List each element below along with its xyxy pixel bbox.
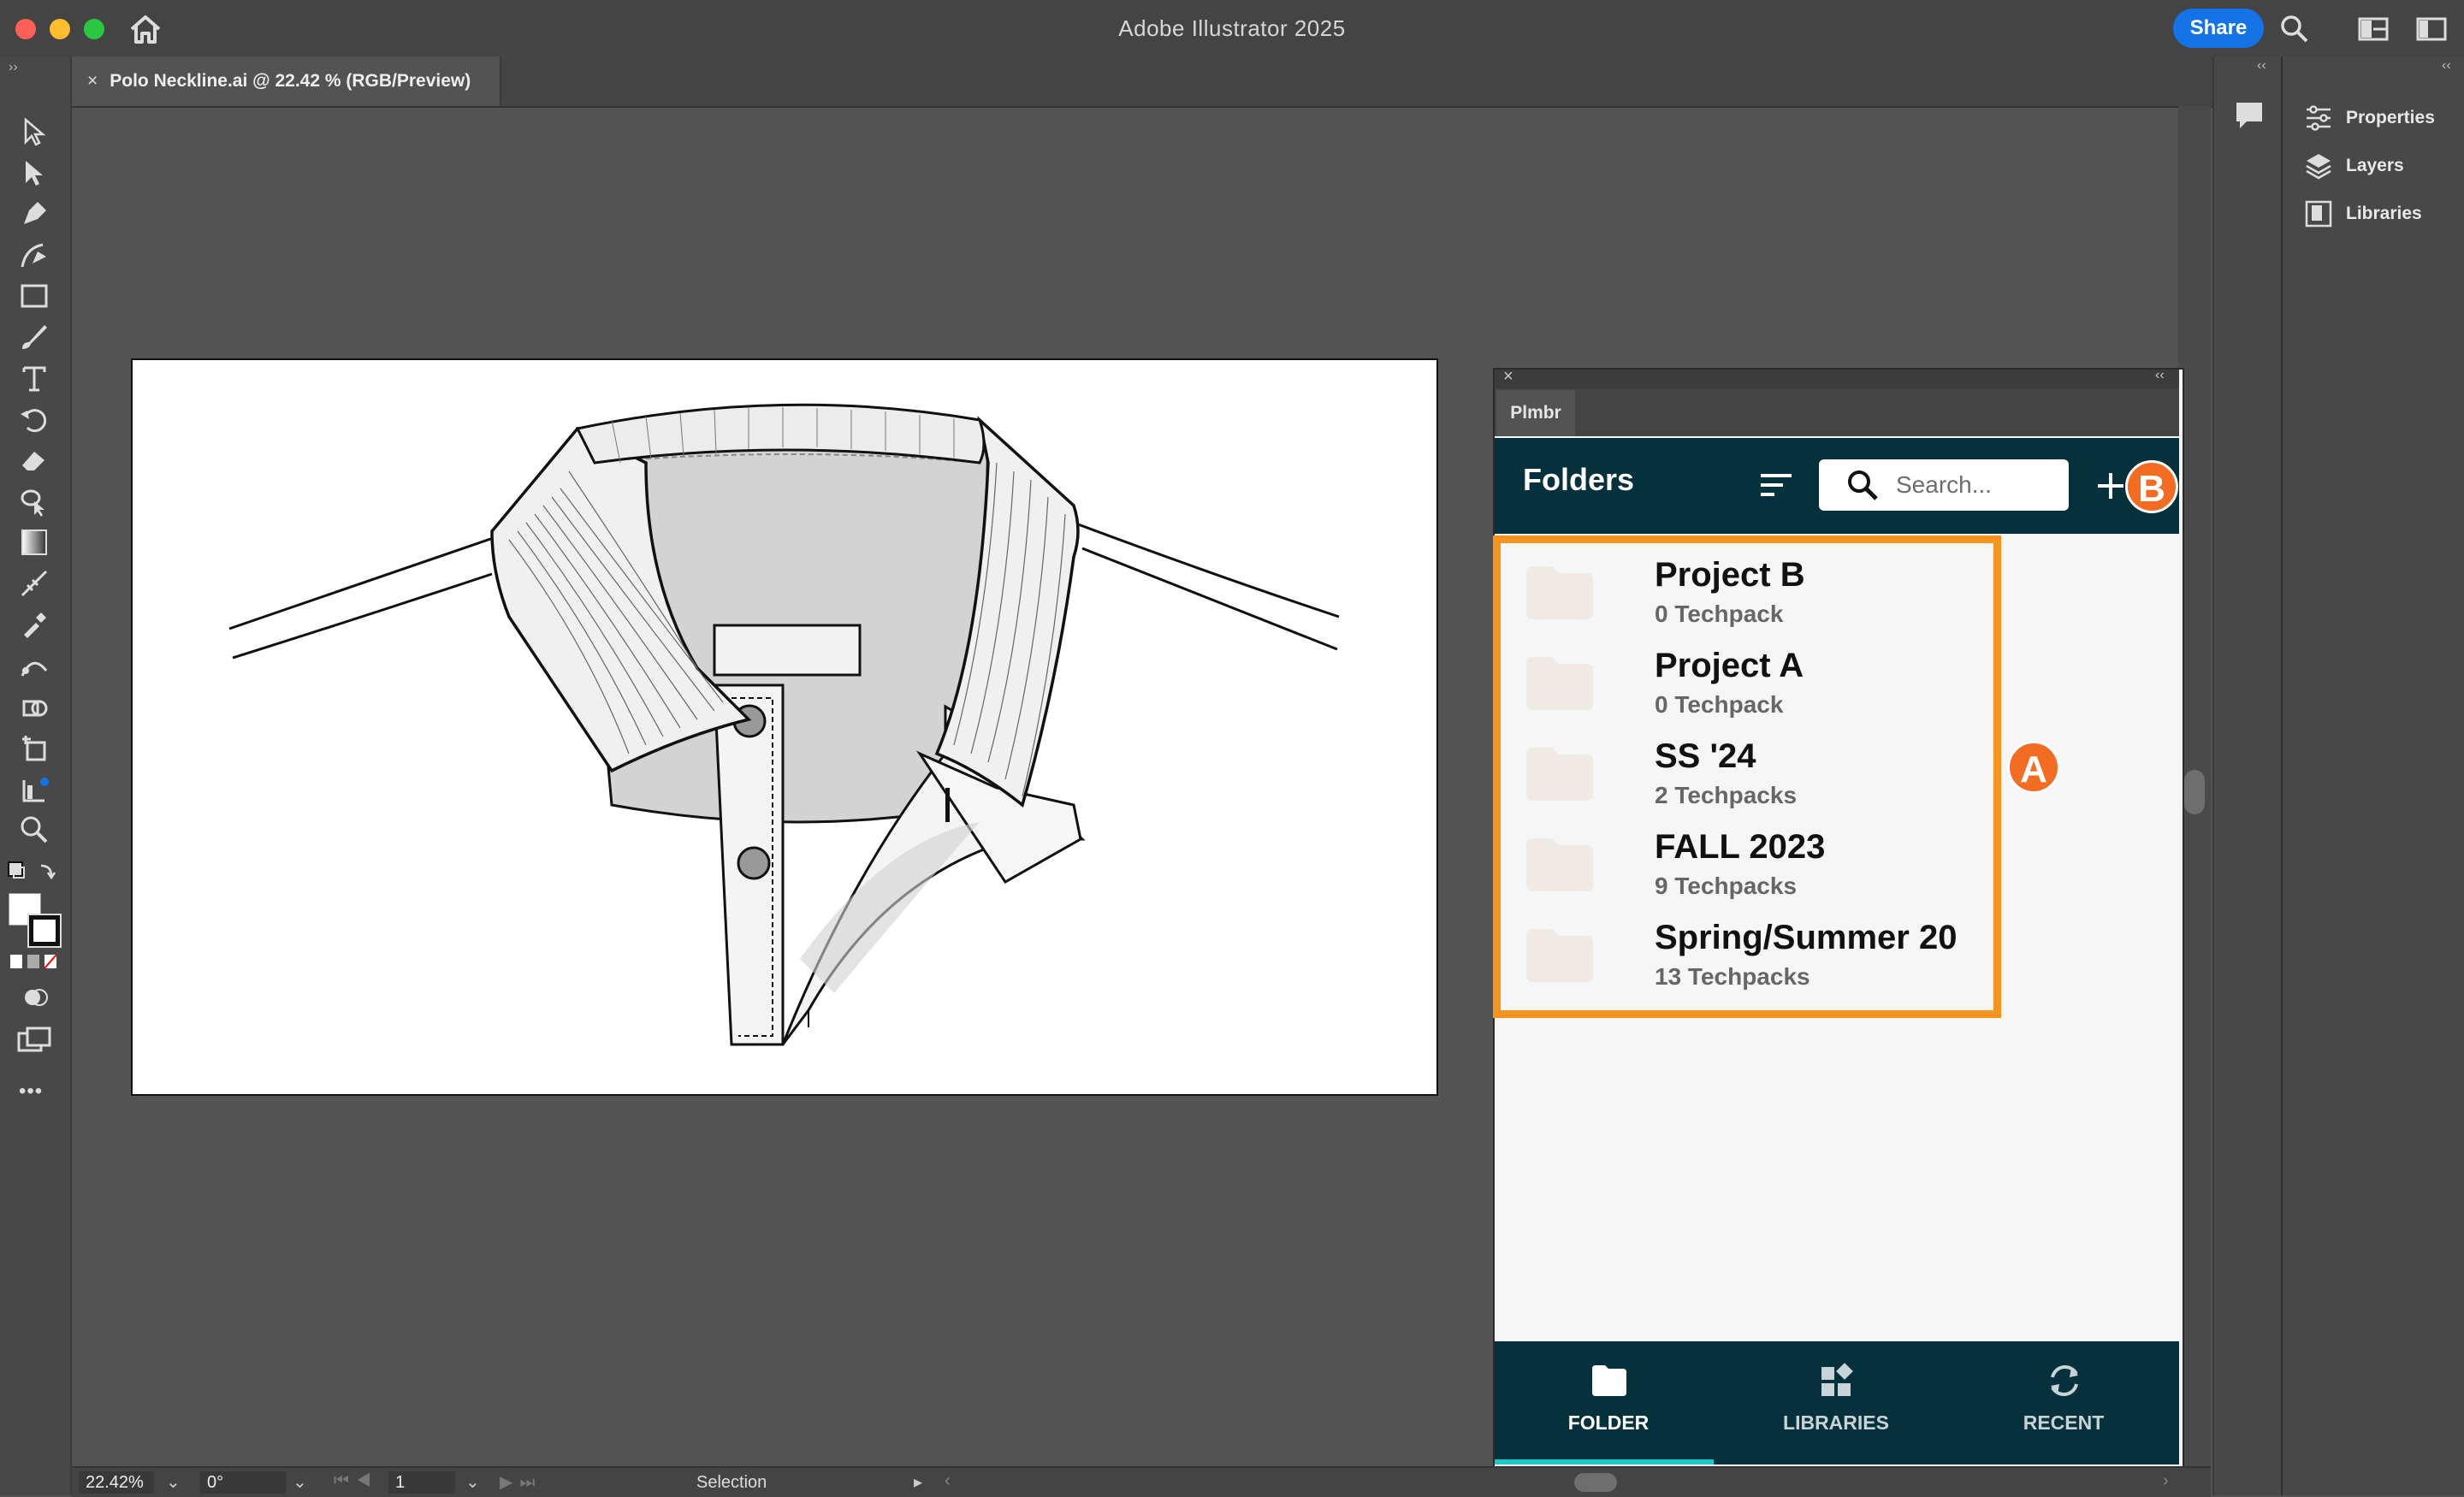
stroke-color-swatch[interactable] (27, 914, 62, 948)
color-mode-icons[interactable] (9, 953, 60, 970)
artboard-prev-icons[interactable]: ⏮◀ (334, 1471, 378, 1491)
hscroll-right-icon[interactable]: › (2163, 1471, 2169, 1491)
nav-active-indicator (1495, 1459, 1714, 1464)
eyedropper-tool-icon[interactable] (19, 609, 50, 640)
collapse-dock-icon[interactable]: ‹‹ (2257, 58, 2266, 74)
comments-icon[interactable] (2235, 101, 2264, 130)
folder-icon (1592, 1365, 1626, 1396)
nav-folder-label: FOLDER (1567, 1411, 1650, 1434)
status-menu-icon[interactable]: ▸ (914, 1471, 922, 1493)
polo-neckline-artwork (228, 403, 1340, 1046)
nav-libraries-label: LIBRARIES (1783, 1411, 1889, 1434)
type-tool-icon[interactable] (19, 363, 50, 393)
layers-label: Layers (2346, 156, 2404, 175)
selection-tool-icon[interactable] (19, 116, 50, 147)
recent-icon (2051, 1364, 2078, 1397)
tools-panel: ›› ••• (0, 56, 72, 1495)
paintbrush-tool-icon[interactable] (19, 322, 50, 352)
arrange-documents-icon[interactable] (2358, 17, 2389, 41)
rectangle-tool-icon[interactable] (19, 281, 50, 311)
plmbr-tab[interactable]: Plmbr (1496, 390, 1575, 436)
close-tab-icon[interactable]: × (87, 71, 98, 91)
nav-recent-label: RECENT (2023, 1411, 2105, 1434)
layers-panel-button[interactable]: Layers (2305, 149, 2459, 183)
document-tab[interactable]: × Polo Neckline.ai @ 22.42 % (RGB/Preview… (72, 56, 501, 106)
collapse-panel-icon[interactable]: ‹‹ (2155, 368, 2165, 383)
workspace-switcher-icon[interactable] (2416, 17, 2447, 41)
search-icon (1848, 470, 1878, 500)
symbol-sprayer-tool-icon[interactable] (19, 691, 50, 722)
pen-tool-icon[interactable] (19, 198, 50, 229)
sort-icon[interactable] (1759, 472, 1793, 498)
share-button[interactable]: Share (2173, 9, 2264, 48)
artboard-next-icons[interactable]: ▶⏭ (500, 1471, 542, 1493)
panel-dock: ‹‹ Properties Layers Libraries (2281, 56, 2464, 1495)
nav-recent[interactable]: RECENT (1950, 1341, 2177, 1464)
annotation-badge-b: B (2125, 460, 2178, 513)
layers-icon (2306, 154, 2331, 180)
swap-colors-icon[interactable] (7, 859, 58, 885)
artboard[interactable] (131, 358, 1438, 1096)
zoom-level-field[interactable]: 22.42% (79, 1471, 154, 1494)
collapse-toolbar-icon[interactable]: ›› (9, 60, 18, 75)
properties-icon (2307, 105, 2331, 131)
collapse-panels-icon[interactable]: ‹‹ (2442, 58, 2451, 74)
document-tab-title: Polo Neckline.ai @ 22.42 % (RGB/Preview) (110, 71, 471, 91)
annotation-badge-a: A (2007, 741, 2060, 794)
search-placeholder: Search... (1896, 471, 1993, 498)
close-panel-icon[interactable]: × (1503, 367, 1513, 387)
blend-tool-icon[interactable] (19, 650, 50, 681)
shape-builder-tool-icon[interactable] (19, 486, 50, 517)
properties-panel-button[interactable]: Properties (2305, 101, 2459, 135)
draw-mode-icon[interactable] (22, 985, 50, 1009)
rotation-dropdown-icon[interactable]: ⌄ (293, 1471, 307, 1493)
eraser-tool-icon[interactable] (19, 445, 50, 476)
rotate-tool-icon[interactable] (19, 404, 50, 435)
bar-graph-tool-icon[interactable] (19, 773, 50, 804)
nav-folder[interactable]: FOLDER (1495, 1341, 1722, 1464)
plmbr-tab-bar (1495, 388, 2179, 436)
curvature-tool-icon[interactable] (19, 240, 50, 270)
horizontal-scrollbar-thumb[interactable] (1574, 1473, 1617, 1492)
libraries-icon (1821, 1363, 1853, 1396)
app-title: Adobe Illustrator 2025 (1118, 15, 1346, 41)
rotation-field[interactable]: 0° (200, 1471, 286, 1494)
zoom-tool-icon[interactable] (19, 814, 50, 845)
status-bar: 22.42% ⌄ 0° ⌄ ⏮◀ 1 ⌄ ▶⏭ Selection ▸ ‹ › (72, 1466, 2211, 1497)
direct-selection-tool-icon[interactable] (19, 157, 50, 188)
artboard-dropdown-icon[interactable]: ⌄ (465, 1471, 480, 1493)
screen-mode-icon[interactable] (17, 1027, 51, 1054)
search-icon[interactable] (2279, 14, 2310, 44)
edit-toolbar-icon[interactable]: ••• (19, 1080, 43, 1104)
vertical-scrollbar-thumb[interactable] (2184, 770, 2205, 814)
properties-label: Properties (2346, 108, 2435, 127)
add-folder-icon[interactable] (2096, 471, 2125, 500)
zoom-dropdown-icon[interactable]: ⌄ (166, 1471, 181, 1493)
mesh-tool-icon[interactable] (19, 568, 50, 599)
gradient-tool-icon[interactable] (19, 527, 50, 558)
libraries-label: Libraries (2346, 204, 2422, 223)
libraries-panel-button[interactable]: Libraries (2305, 197, 2459, 231)
nav-libraries[interactable]: LIBRARIES (1722, 1341, 1950, 1464)
status-mode: Selection (696, 1473, 767, 1492)
hscroll-left-icon[interactable]: ‹ (945, 1471, 951, 1491)
folder-list-highlight (1493, 535, 2001, 1018)
artboard-tool-icon[interactable] (19, 732, 50, 763)
folders-title: Folders (1523, 462, 1635, 497)
artboard-number-field[interactable]: 1 (388, 1471, 455, 1494)
libraries-icon (2305, 200, 2332, 228)
panel-dock-collapsed: ‹‹ (2212, 56, 2283, 1495)
plmbr-panel-header: × ‹‹ (1495, 367, 2179, 388)
